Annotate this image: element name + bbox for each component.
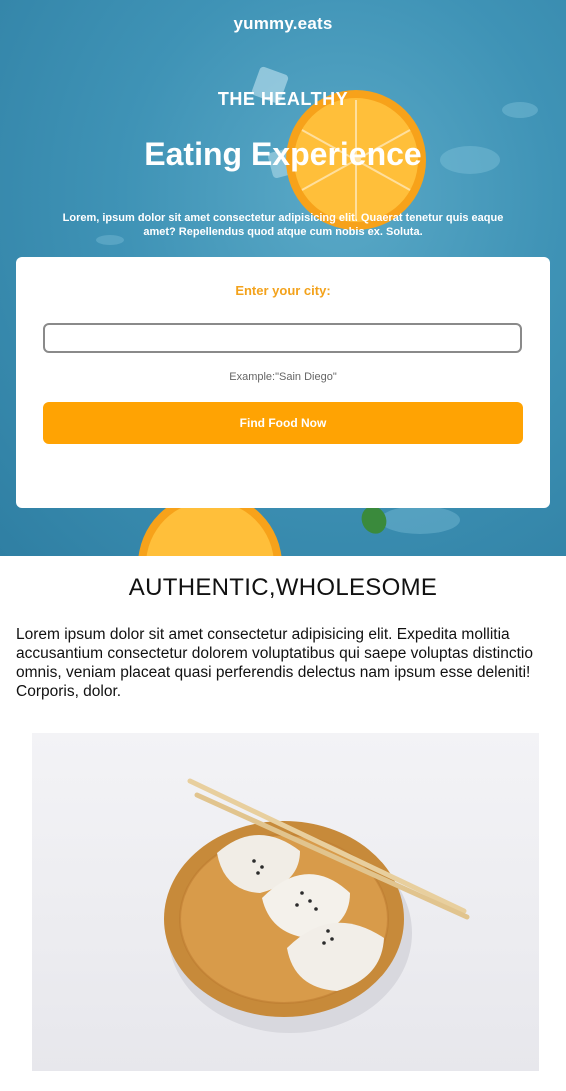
hero-section: yummy.eats THE HEALTHY Eating Experience…: [0, 0, 566, 556]
search-card: Enter your city: Example:"Sain Diego" Fi…: [16, 257, 550, 508]
dumplings-illustration: [164, 778, 470, 1033]
city-example-hint: Example:"Sain Diego": [229, 371, 337, 383]
find-food-button[interactable]: Find Food Now: [43, 402, 523, 444]
brand-logo[interactable]: yummy.eats: [0, 14, 566, 34]
city-label: Enter your city:: [235, 283, 331, 298]
hero-headline: Eating Experience: [144, 136, 422, 172]
dumplings-photo: [32, 733, 539, 1071]
city-input[interactable]: [43, 323, 522, 353]
hero-kicker: THE HEALTHY: [217, 89, 349, 109]
section-title: AUTHENTIC,WHOLESOME: [128, 574, 438, 601]
section-body: Lorem ipsum dolor sit amet consectetur a…: [16, 626, 533, 700]
hero-subtext: Lorem, ipsum dolor sit amet consectetur …: [62, 212, 504, 238]
